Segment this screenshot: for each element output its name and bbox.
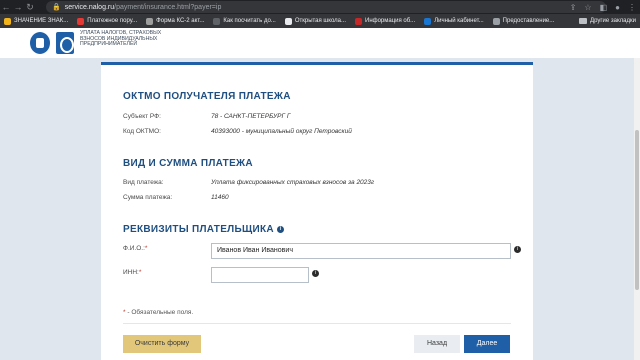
- subject-value: 78 - САНКТ-ПЕТЕРБУРГ Г: [211, 113, 291, 120]
- required-fields-note: * - Обязательные поля.: [123, 309, 193, 316]
- fns-emblem-icon[interactable]: [30, 32, 50, 54]
- other-bookmarks[interactable]: Другие закладки: [579, 14, 636, 28]
- profile-icon[interactable]: ●: [615, 3, 620, 12]
- required-star: *: [123, 309, 126, 316]
- fio-input[interactable]: Иванов Иван Иванович: [211, 243, 511, 259]
- inn-label-text: ИНН:: [123, 269, 139, 276]
- payer-section-title: РЕКВИЗИТЫ ПЛАТЕЛЬЩИКА i: [123, 224, 284, 235]
- required-star: *: [144, 245, 148, 252]
- bookmark-item[interactable]: Форма КС-2 акт...: [146, 17, 204, 25]
- bookmark-item[interactable]: Информация об...: [355, 17, 415, 25]
- page-scrollbar[interactable]: [634, 58, 640, 360]
- bookmark-favicon: [213, 17, 221, 25]
- payment-form-card: ОКТМО ПОЛУЧАТЕЛЯ ПЛАТЕЖА Субъект РФ: 78 …: [101, 62, 533, 360]
- forward-arrow-icon[interactable]: →: [12, 0, 24, 14]
- subject-label: Субъект РФ:: [123, 113, 161, 120]
- bookmarks-bar: ЗНАЧЕНИЕ ЗНАК... Платежное пору... Форма…: [0, 14, 640, 28]
- star-icon[interactable]: ☆: [584, 3, 591, 12]
- fio-info-icon[interactable]: i: [514, 246, 521, 253]
- bookmark-favicon: [492, 17, 500, 25]
- bookmark-item[interactable]: Предоставление...: [492, 17, 554, 25]
- back-button[interactable]: Назад: [414, 335, 460, 353]
- fio-label-text: Ф.И.О.:: [123, 245, 145, 252]
- bookmark-item[interactable]: Платежное пору...: [77, 17, 137, 25]
- bookmark-favicon: [284, 17, 292, 25]
- payment-type-label: Вид платежа:: [123, 179, 164, 186]
- bookmark-favicon: [424, 17, 432, 25]
- site-header: Уплата налогов, страховых взносов индиви…: [0, 28, 640, 58]
- inn-input[interactable]: [211, 267, 309, 283]
- bookmark-favicon: [146, 17, 154, 25]
- required-star: *: [138, 269, 142, 276]
- share-icon[interactable]: ⇪: [570, 3, 577, 12]
- clear-form-button[interactable]: Очистить форму: [123, 335, 201, 353]
- service-name: Уплата налогов, страховых взносов индиви…: [80, 30, 162, 48]
- bookmark-favicon: [4, 17, 11, 25]
- payment-type-value: Уплата фиксированных страховых взносов з…: [211, 179, 375, 186]
- bookmark-favicon: [77, 17, 85, 25]
- menu-icon[interactable]: ⋮: [628, 3, 636, 12]
- address-bar[interactable]: 🔒 service.nalog.ru /payment/insurance.ht…: [46, 1, 606, 13]
- lock-icon: 🔒: [52, 4, 61, 11]
- oktmo-section-title: ОКТМО ПОЛУЧАТЕЛЯ ПЛАТЕЖА: [123, 91, 291, 102]
- service-logo-icon[interactable]: [56, 32, 74, 54]
- url-host: service.nalog.ru: [64, 3, 115, 11]
- next-button[interactable]: Далее: [464, 335, 510, 353]
- extensions-icon[interactable]: ◧: [600, 3, 608, 12]
- back-arrow-icon[interactable]: ←: [0, 0, 12, 14]
- oktmo-code-value: 40393000 - муниципальный округ Петровски…: [211, 128, 352, 135]
- folder-icon: [579, 18, 588, 24]
- bookmark-item[interactable]: Открытая школа...: [284, 17, 346, 25]
- inn-info-icon[interactable]: i: [312, 270, 319, 277]
- payment-section-title: ВИД И СУММА ПЛАТЕЖА: [123, 158, 253, 169]
- bookmark-item[interactable]: Как посчитать до...: [213, 17, 276, 25]
- url-path: /payment/insurance.html?payer=ip: [114, 3, 222, 11]
- divider: [123, 323, 511, 324]
- browser-toolbar: ← → ↻ 🔒 service.nalog.ru /payment/insura…: [0, 0, 640, 14]
- inn-label: ИНН:*: [123, 269, 141, 276]
- info-icon[interactable]: i: [277, 225, 284, 233]
- required-note-text: - Обязательные поля.: [127, 309, 194, 316]
- fio-label: Ф.И.О.:*: [123, 245, 147, 252]
- oktmo-code-label: Код ОКТМО:: [123, 128, 161, 135]
- scrollbar-thumb[interactable]: [635, 130, 639, 290]
- payer-section-title-text: РЕКВИЗИТЫ ПЛАТЕЛЬЩИКА: [123, 224, 274, 235]
- bookmark-item[interactable]: Личный кабинет...: [424, 17, 484, 25]
- bookmark-favicon: [355, 17, 362, 25]
- payment-sum-value: 11460: [211, 194, 229, 201]
- reload-icon[interactable]: ↻: [24, 0, 36, 14]
- bookmark-item[interactable]: ЗНАЧЕНИЕ ЗНАК...: [4, 17, 68, 25]
- payment-sum-label: Сумма платежа:: [123, 194, 173, 201]
